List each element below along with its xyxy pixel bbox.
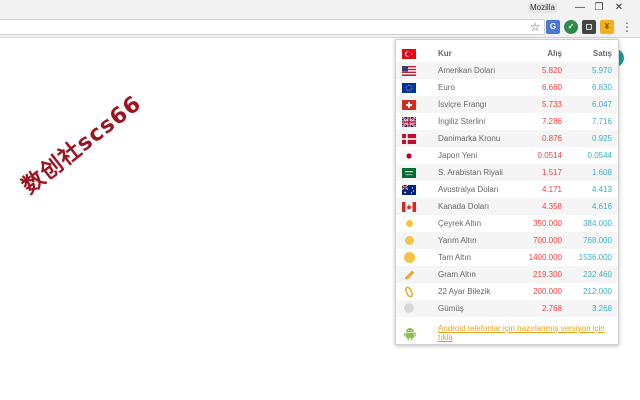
silver-coin-icon [404, 303, 414, 313]
menu-icon[interactable]: ⋮ [620, 20, 634, 34]
currency-name: S. Arabistan Riyali [438, 168, 503, 177]
android-version-link[interactable]: Android telefonlar için hazırlanmış vers… [438, 324, 616, 342]
table-row: S. Arabistan Riyali 1.517 1.608 [396, 164, 618, 181]
table-row: Gram Altın 219.300 232.460 [396, 266, 618, 283]
buy-price: 4.358 [541, 202, 562, 211]
flag-jp-icon [402, 151, 416, 161]
table-header: Kur Alış Satış [396, 45, 618, 62]
pocket-extension-icon[interactable]: ◻ [582, 20, 596, 34]
watermark-text: 数创社scs66 [17, 91, 147, 200]
table-row: Avustralya Doları 4.171 4.413 [396, 181, 618, 198]
flag-dk-icon [402, 134, 416, 144]
profile-badge[interactable]: Mozilla [528, 3, 557, 13]
buy-price: 200.000 [533, 287, 562, 296]
bracelet-icon [405, 286, 413, 298]
buy-price: 700.000 [533, 236, 562, 245]
buy-price: 6.660 [541, 83, 562, 92]
currency-name: Çeyrek Altın [438, 219, 482, 228]
table-row: Gümüş 2.768 3.268 [396, 300, 618, 317]
flag-eu-icon [402, 83, 416, 93]
gold-bar-icon [404, 270, 415, 280]
buy-price: 1.517 [541, 168, 562, 177]
currency-name: Avustralya Doları [438, 185, 499, 194]
currency-name: İsviçre Frangı [438, 100, 487, 109]
flag-gb-icon [402, 117, 416, 127]
buy-price: 2.768 [541, 304, 562, 313]
currency-name: Danimarka Kronu [438, 134, 501, 143]
sell-price: 212.000 [583, 287, 612, 296]
maximize-button[interactable]: ❐ [592, 2, 606, 14]
close-button[interactable]: ✕ [612, 2, 626, 14]
table-row: Kanada Doları 4.358 4.616 [396, 198, 618, 215]
table-row: Çeyrek Altın 350.000 384.000 [396, 215, 618, 232]
android-icon [404, 328, 416, 341]
sell-price: 7.716 [591, 117, 612, 126]
sell-price: 384.000 [583, 219, 612, 228]
table-row: Amerikan Doları 5.820 5.970 [396, 62, 618, 79]
flag-ch-icon [402, 100, 416, 110]
buy-price: 4.171 [541, 185, 562, 194]
currency-name: Gram Altın [438, 270, 476, 279]
header-sell: Satış [592, 49, 612, 58]
currency-name: Euro [438, 83, 455, 92]
sell-price: 232.460 [583, 270, 612, 279]
table-row: İsviçre Frangı 5.733 6.047 [396, 96, 618, 113]
currency-name: Japon Yeni [438, 151, 478, 160]
table-row: Yarım Altın 700.000 768.000 [396, 232, 618, 249]
buy-price: 5.820 [541, 66, 562, 75]
bookmark-star-icon[interactable]: ☆ [528, 20, 542, 34]
buy-price: 5.733 [541, 100, 562, 109]
buy-price: 0.876 [541, 134, 562, 143]
buy-price: 1400.000 [528, 253, 562, 262]
currency-name: Gümüş [438, 304, 464, 313]
sell-price: 768.000 [583, 236, 612, 245]
buy-price: 350.000 [533, 219, 562, 228]
header-buy: Alış [547, 49, 562, 58]
buy-price: 7.286 [541, 117, 562, 126]
sell-price: 6.047 [591, 100, 612, 109]
flag-us-icon [402, 66, 416, 76]
header-currency: Kur [438, 49, 452, 58]
table-row: Japon Yeni 0.0514 0.0544 [396, 147, 618, 164]
sell-price: 1536.000 [578, 253, 612, 262]
currency-name: Kanada Doları [438, 202, 490, 211]
sell-price: 6.830 [591, 83, 612, 92]
table-row: Euro 6.660 6.830 [396, 79, 618, 96]
currency-name: Tam Altın [438, 253, 471, 262]
minimize-button[interactable]: — [573, 2, 587, 14]
translate-extension-icon[interactable]: G [546, 20, 560, 34]
currency-name: İngiliz Sterlini [438, 117, 486, 126]
table-row: Tam Altın 1400.000 1536.000 [396, 249, 618, 266]
currency-extension-icon[interactable]: ¥ [600, 20, 614, 34]
flag-au-icon [402, 185, 416, 195]
gold-coin-large-icon [404, 252, 415, 263]
table-row: 22 Ayar Bilezik 200.000 212.000 [396, 283, 618, 300]
sell-price: 1.608 [591, 168, 612, 177]
buy-price: 219.300 [533, 270, 562, 279]
window-titlebar: Mozilla — ❐ ✕ [0, 0, 640, 16]
sell-price: 4.413 [591, 185, 612, 194]
sell-price: 5.970 [591, 66, 612, 75]
gold-coin-small-icon [406, 220, 413, 227]
flag-sa-icon [402, 168, 416, 178]
buy-price: 0.0514 [537, 151, 562, 160]
sell-price: 3.268 [591, 304, 612, 313]
flag-tr-icon [402, 49, 416, 59]
gold-coin-icon [405, 236, 414, 245]
address-bar[interactable] [0, 19, 545, 35]
shield-extension-icon[interactable]: ✓ [564, 20, 578, 34]
table-row: Danimarka Kronu 0.876 0.925 [396, 130, 618, 147]
currency-popup: Kur Alış Satış Amerikan Doları 5.820 5.9… [395, 39, 619, 345]
currency-name: 22 Ayar Bilezik [438, 287, 491, 296]
currency-name: Yarım Altın [438, 236, 477, 245]
sell-price: 4.616 [591, 202, 612, 211]
sell-price: 0.925 [591, 134, 612, 143]
flag-ca-icon [402, 202, 416, 212]
table-row: İngiliz Sterlini 7.286 7.716 [396, 113, 618, 130]
currency-name: Amerikan Doları [438, 66, 496, 75]
browser-toolbar: ☆ G ✓ ◻ ¥ ⋮ [0, 16, 640, 38]
sell-price: 0.0544 [587, 151, 612, 160]
